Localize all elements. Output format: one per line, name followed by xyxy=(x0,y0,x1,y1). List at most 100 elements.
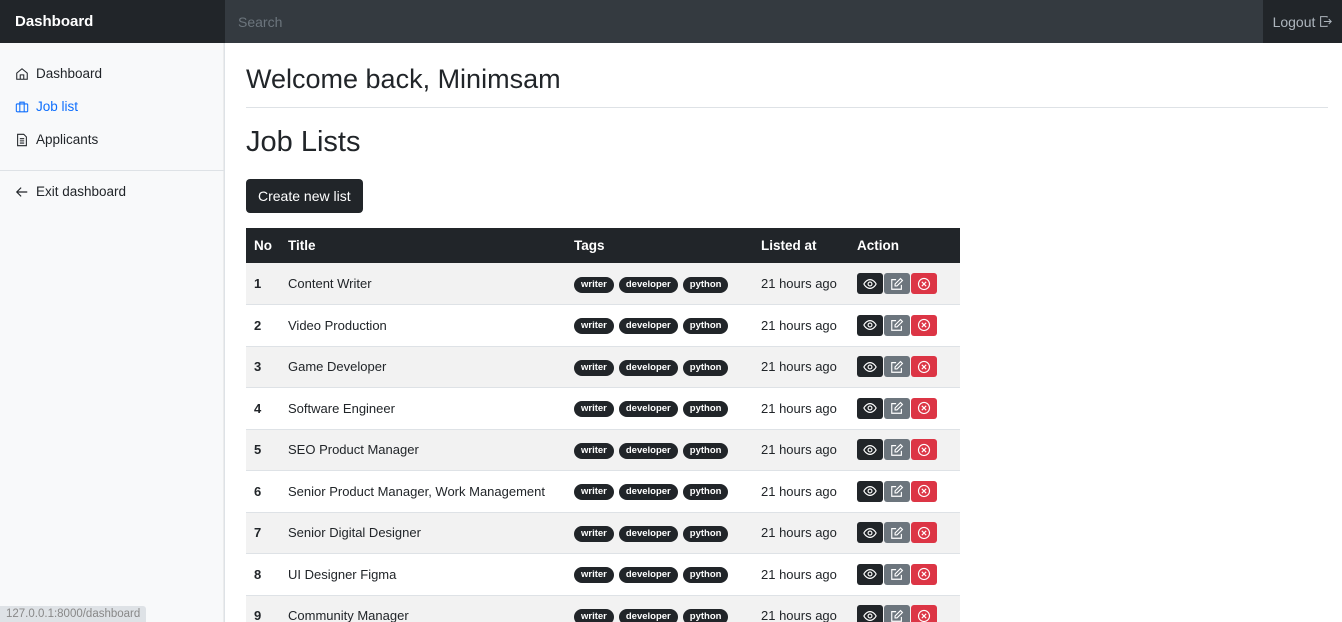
table-header-row: No Title Tags Listed at Action xyxy=(246,228,960,263)
job-title: UI Designer Figma xyxy=(288,566,397,582)
delete-button[interactable] xyxy=(911,522,937,544)
row-actions xyxy=(849,429,960,471)
edit-button[interactable] xyxy=(884,397,910,419)
view-button[interactable] xyxy=(857,356,883,378)
tag-badge: python xyxy=(682,608,729,622)
row-number: 7 xyxy=(254,525,262,541)
view-button[interactable] xyxy=(857,522,883,544)
eye-icon xyxy=(863,484,877,498)
x-circle-icon xyxy=(917,526,931,540)
view-button[interactable] xyxy=(857,273,883,294)
row-actions xyxy=(849,554,960,596)
job-title: Senior Product Manager, Work Management xyxy=(288,483,546,499)
sidebar-item-dashboard[interactable]: Dashboard xyxy=(0,57,224,90)
row-actions xyxy=(849,512,960,554)
arrow-left-icon xyxy=(15,186,28,197)
table-row: 8 UI Designer Figma writer developer python 2… xyxy=(246,554,960,596)
sidebar-item-label: Applicants xyxy=(36,132,99,147)
job-tags: writer developer python xyxy=(566,554,753,596)
delete-button[interactable] xyxy=(911,480,937,502)
job-tags: writer developer python xyxy=(566,512,753,554)
tag-badge: writer xyxy=(574,318,614,335)
edit-button[interactable] xyxy=(884,563,910,585)
sidebar: Dashboard Job list Applicants Exit dashb… xyxy=(0,43,225,622)
column-header-tags: Tags xyxy=(574,238,605,253)
table-row: 1 Content Writer writer developer python 21 h… xyxy=(246,263,960,305)
edit-button[interactable] xyxy=(884,605,910,622)
sidebar-item-applicants[interactable]: Applicants xyxy=(0,123,224,156)
x-circle-icon xyxy=(917,484,931,498)
view-button[interactable] xyxy=(857,439,883,461)
delete-button[interactable] xyxy=(911,356,937,378)
delete-button[interactable] xyxy=(911,397,937,419)
row-number: 1 xyxy=(254,276,262,291)
x-circle-icon xyxy=(917,277,931,291)
pencil-square-icon xyxy=(890,277,904,291)
view-button[interactable] xyxy=(857,397,883,419)
column-header-listed-at: Listed at xyxy=(761,238,817,253)
x-circle-icon xyxy=(917,360,931,374)
sidebar-item-label: Dashboard xyxy=(36,66,103,81)
job-tags: writer developer python xyxy=(566,305,753,347)
x-circle-icon xyxy=(917,567,931,581)
edit-button[interactable] xyxy=(884,273,910,294)
listed-at: 21 hours ago xyxy=(761,483,837,499)
tag-badge: developer xyxy=(618,318,678,335)
edit-button[interactable] xyxy=(884,480,910,502)
row-number: 6 xyxy=(254,483,262,499)
edit-button[interactable] xyxy=(884,356,910,378)
row-number: 4 xyxy=(254,400,262,416)
tag-badge: developer xyxy=(618,608,678,622)
main-content: Welcome back, Minimsam Job Lists Create … xyxy=(246,43,1328,622)
tag-badge: developer xyxy=(618,525,678,542)
job-list-table: No Title Tags Listed at Action 1 Content … xyxy=(246,228,960,622)
sidebar-item-label: Job list xyxy=(36,99,79,114)
view-button[interactable] xyxy=(857,314,883,336)
column-header-no: No xyxy=(254,238,272,253)
logout-button[interactable]: Logout xyxy=(1263,0,1342,43)
delete-button[interactable] xyxy=(911,273,937,294)
table-row: 7 Senior Digital Designer writer developer p… xyxy=(246,512,960,554)
tag-badge: python xyxy=(682,359,729,376)
sidebar-item-job-list[interactable]: Job list xyxy=(0,90,224,123)
row-actions xyxy=(849,471,960,513)
job-tags: writer developer python xyxy=(566,388,753,430)
create-new-list-button[interactable]: Create new list xyxy=(246,179,363,213)
pencil-square-icon xyxy=(890,609,904,622)
pencil-square-icon xyxy=(890,567,904,581)
x-circle-icon xyxy=(917,443,931,457)
eye-icon xyxy=(863,526,877,540)
view-button[interactable] xyxy=(857,563,883,585)
delete-button[interactable] xyxy=(911,314,937,336)
listed-at: 21 hours ago xyxy=(761,608,837,622)
pencil-square-icon xyxy=(890,360,904,374)
job-tags: writer developer python xyxy=(566,429,753,471)
tag-badge: python xyxy=(682,442,729,459)
tag-badge: developer xyxy=(618,484,678,501)
exit-dashboard-link[interactable]: Exit dashboard xyxy=(0,175,224,208)
row-number: 2 xyxy=(254,317,262,333)
brand-title[interactable]: Dashboard xyxy=(0,0,225,43)
delete-button[interactable] xyxy=(911,605,937,622)
tag-badge: python xyxy=(682,318,729,335)
table-row: 9 Community Manager writer developer python 2… xyxy=(246,595,960,622)
eye-icon xyxy=(863,318,877,332)
view-button[interactable] xyxy=(857,605,883,622)
tag-badge: python xyxy=(682,401,729,418)
view-button[interactable] xyxy=(857,480,883,502)
row-actions xyxy=(849,388,960,430)
top-navbar: Dashboard Logout xyxy=(0,0,1342,43)
edit-button[interactable] xyxy=(884,522,910,544)
eye-icon xyxy=(863,277,877,291)
tag-badge: developer xyxy=(618,442,678,459)
edit-button[interactable] xyxy=(884,439,910,461)
delete-button[interactable] xyxy=(911,439,937,461)
table-row: 5 SEO Product Manager writer developer pytho… xyxy=(246,429,960,471)
job-title: Community Manager xyxy=(288,608,409,622)
listed-at: 21 hours ago xyxy=(761,442,837,458)
delete-button[interactable] xyxy=(911,563,937,585)
listed-at: 21 hours ago xyxy=(761,566,837,582)
search-input[interactable] xyxy=(238,13,1263,30)
job-title: SEO Product Manager xyxy=(288,442,419,458)
edit-button[interactable] xyxy=(884,314,910,336)
